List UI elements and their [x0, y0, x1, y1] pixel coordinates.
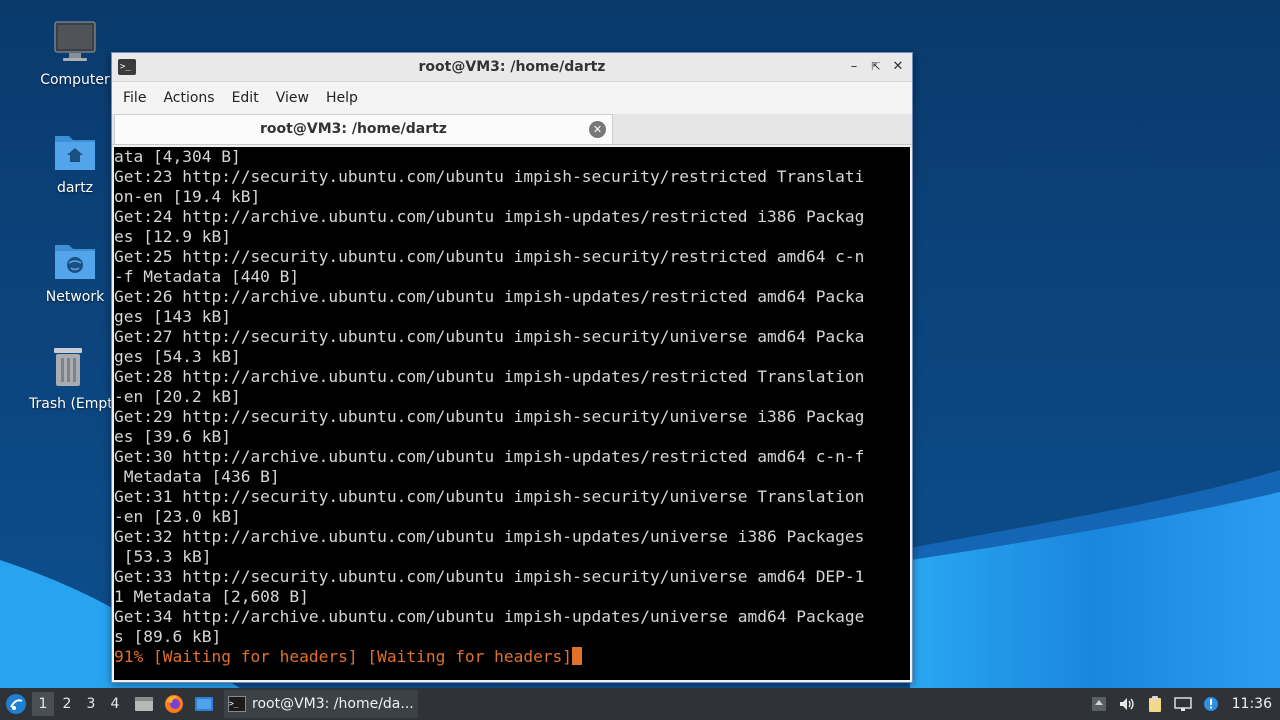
terminal-line: [53.3 kB]: [114, 547, 212, 566]
clipboard-icon: [1148, 696, 1161, 712]
terminal-line: on-en [19.4 kB]: [114, 187, 261, 206]
terminal-line: ges [54.3 kB]: [114, 347, 241, 366]
terminal-line: Get:29 http://security.ubuntu.com/ubuntu…: [114, 407, 865, 426]
tray-updates-button[interactable]: [1086, 692, 1112, 716]
taskbar: 1 2 3 4 >_ root@VM3: /home/da... 11:36: [0, 688, 1280, 720]
network-folder-icon: [55, 245, 95, 279]
menu-view[interactable]: View: [269, 90, 316, 106]
menu-help[interactable]: Help: [319, 90, 365, 106]
terminal-line: ges [143 kB]: [114, 307, 231, 326]
terminal-line: -en [23.0 kB]: [114, 507, 241, 526]
terminal-line: Get:33 http://security.ubuntu.com/ubuntu…: [114, 567, 865, 586]
menu-file[interactable]: File: [116, 90, 153, 106]
workspace-2[interactable]: 2: [56, 692, 78, 716]
desktop-icon-label: dartz: [56, 180, 94, 196]
desktop-icon-network[interactable]: Network: [25, 237, 125, 305]
terminal-line: ata [4,304 B]: [114, 147, 241, 166]
tab-bar: root@VM3: /home/dartz ✕: [112, 114, 912, 145]
terminal-line: es [12.9 kB]: [114, 227, 231, 246]
menu-actions[interactable]: Actions: [156, 90, 221, 106]
tray-notification-button[interactable]: [1198, 692, 1224, 716]
file-manager-launcher[interactable]: [132, 692, 156, 716]
computer-icon: [54, 21, 96, 61]
network-icon: [1173, 697, 1192, 711]
tray-volume-button[interactable]: [1114, 692, 1140, 716]
start-menu-button[interactable]: [2, 690, 30, 718]
terminal-line: Get:25 http://security.ubuntu.com/ubuntu…: [114, 247, 865, 266]
terminal-line: Metadata [436 B]: [114, 467, 280, 486]
terminal-output[interactable]: ata [4,304 B] Get:23 http://security.ubun…: [114, 147, 910, 680]
notification-icon: [1203, 697, 1218, 711]
desktop-launcher[interactable]: [192, 692, 216, 716]
firefox-launcher[interactable]: [162, 692, 186, 716]
system-tray: 11:36: [1084, 688, 1280, 720]
progress-text: 91% [Waiting for headers] [Waiting for h…: [114, 647, 573, 666]
terminal-line: Get:32 http://archive.ubuntu.com/ubuntu …: [114, 527, 865, 546]
minimize-button[interactable]: –: [846, 59, 862, 75]
file-manager-icon: [135, 697, 153, 711]
desktop-icon-label: Computer: [40, 72, 110, 88]
terminal-line: Get:24 http://archive.ubuntu.com/ubuntu …: [114, 207, 865, 226]
taskbar-clock[interactable]: 11:36: [1232, 696, 1272, 712]
desktop-icon-trash[interactable]: Trash (Empty): [25, 344, 111, 412]
tab-close-icon[interactable]: ✕: [589, 121, 606, 138]
terminal-line: 1 Metadata [2,608 B]: [114, 587, 309, 606]
lubuntu-logo-icon: [6, 694, 26, 714]
window-title: root@VM3: /home/dartz: [418, 59, 606, 75]
terminal-progress-line: 91% [Waiting for headers] [Waiting for h…: [114, 647, 910, 667]
desktop-icon-label: Trash (Empty): [29, 396, 111, 412]
window-controls: – ⇱ ✕: [846, 59, 906, 75]
tray-clipboard-button[interactable]: [1142, 692, 1168, 716]
terminal-line: Get:34 http://archive.ubuntu.com/ubuntu …: [114, 607, 865, 626]
terminal-icon: >_: [228, 696, 246, 712]
menu-edit[interactable]: Edit: [225, 90, 266, 106]
firefox-icon: [165, 695, 183, 713]
tab-label: root@VM3: /home/dartz: [260, 121, 447, 137]
terminal-line: Get:26 http://archive.ubuntu.com/ubuntu …: [114, 287, 865, 306]
tray-network-button[interactable]: [1170, 692, 1196, 716]
task-label: root@VM3: /home/da...: [252, 696, 414, 712]
terminal-line: s [89.6 kB]: [114, 627, 222, 646]
window-titlebar[interactable]: >_ root@VM3: /home/dartz – ⇱ ✕: [112, 53, 912, 82]
maximize-button[interactable]: ⇱: [868, 59, 884, 75]
terminal-line: Get:23 http://security.ubuntu.com/ubuntu…: [114, 167, 865, 186]
home-folder-icon: [55, 136, 95, 170]
workspace-3[interactable]: 3: [80, 692, 102, 716]
terminal-cursor: [572, 647, 583, 665]
terminal-window: >_ root@VM3: /home/dartz – ⇱ ✕ File Acti…: [111, 52, 913, 683]
terminal-line: Get:31 http://security.ubuntu.com/ubuntu…: [114, 487, 865, 506]
taskbar-terminal-task[interactable]: >_ root@VM3: /home/da...: [224, 690, 418, 718]
terminal-line: es [39.6 kB]: [114, 427, 231, 446]
terminal-line: Get:28 http://archive.ubuntu.com/ubuntu …: [114, 367, 865, 386]
terminal-line: -en [20.2 kB]: [114, 387, 241, 406]
desktop-icon-label: Network: [45, 289, 105, 305]
terminal-line: Get:27 http://security.ubuntu.com/ubuntu…: [114, 327, 865, 346]
menubar: File Actions Edit View Help: [112, 82, 912, 114]
update-arrow-icon: [1091, 697, 1106, 711]
terminal-tab[interactable]: root@VM3: /home/dartz ✕: [114, 114, 613, 144]
terminal-line: -f Metadata [440 B]: [114, 267, 300, 286]
desktop-icon-home[interactable]: dartz: [25, 128, 125, 196]
trash-icon: [54, 348, 82, 386]
workspace-4[interactable]: 4: [104, 692, 126, 716]
workspace-1[interactable]: 1: [32, 692, 54, 716]
terminal-line: Get:30 http://archive.ubuntu.com/ubuntu …: [114, 447, 865, 466]
close-button[interactable]: ✕: [890, 59, 906, 75]
show-desktop-icon: [195, 697, 213, 711]
desktop-icon-computer[interactable]: Computer: [25, 20, 125, 88]
volume-icon: [1119, 698, 1134, 710]
